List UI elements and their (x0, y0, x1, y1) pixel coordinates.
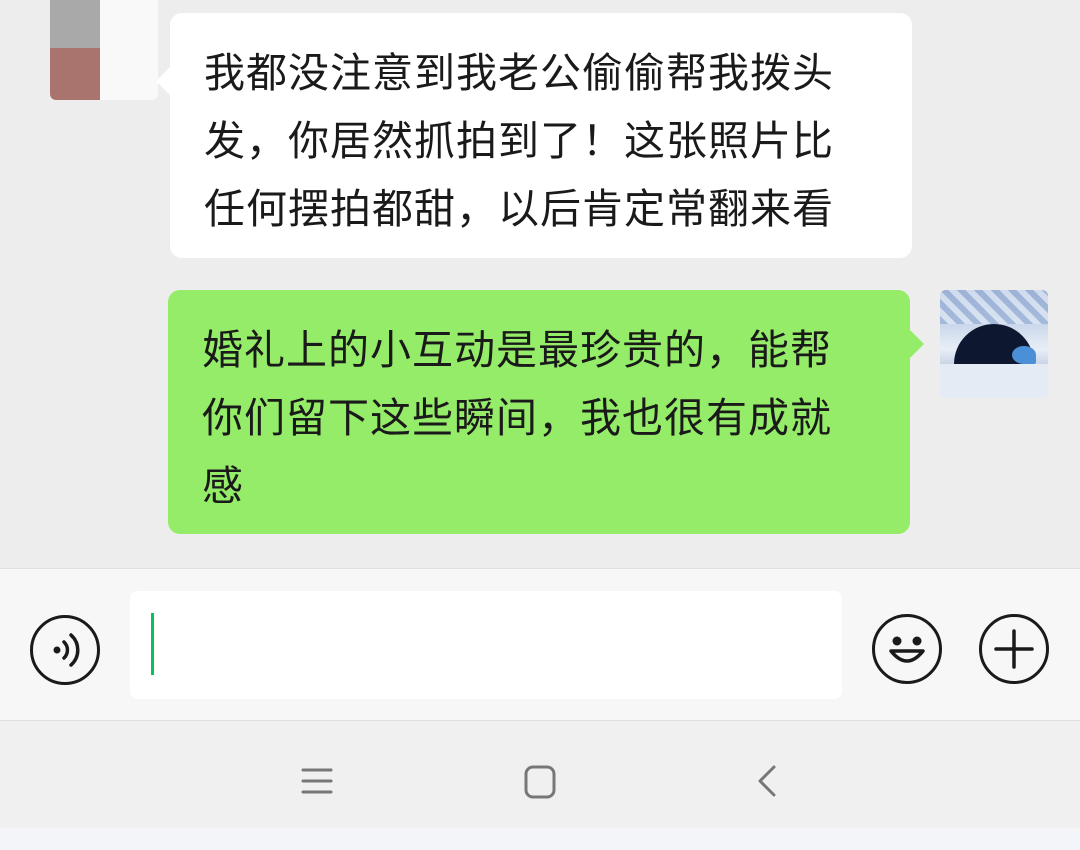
text-cursor (151, 613, 154, 675)
voice-input-icon (53, 633, 80, 667)
emoji-button[interactable] (872, 614, 942, 684)
message-text-line: 我都没注意到我老公偷偷帮我拨头 (204, 49, 834, 97)
back-button[interactable] (748, 761, 788, 801)
message-text-line: 你们留下这些瞬间，我也很有成就 (202, 394, 832, 442)
home-button[interactable] (520, 761, 560, 801)
avatar-segment (50, 48, 100, 100)
plus-icon (994, 629, 1034, 669)
message-text-line: 任何摆拍都甜，以后肯定常翻来看 (204, 185, 834, 233)
avatar-ornament (1012, 346, 1036, 364)
system-navigation-bar (0, 720, 1080, 828)
more-options-button[interactable] (979, 614, 1049, 684)
voice-input-button[interactable] (30, 615, 100, 685)
message-text-line: 婚礼上的小互动是最珍贵的，能帮 (202, 326, 832, 374)
home-icon (524, 765, 556, 799)
outgoing-message-bubble[interactable]: 婚礼上的小互动是最珍贵的，能帮 你们留下这些瞬间，我也很有成就 感 (168, 290, 924, 534)
message-text-line: 发，你居然抓拍到了！这张照片比 (204, 117, 834, 165)
recent-apps-button[interactable] (297, 761, 337, 801)
chat-area[interactable]: 我都没注意到我老公偷偷帮我拨头 发，你居然抓拍到了！这张照片比 任何摆拍都甜，以… (0, 0, 1080, 568)
back-icon (758, 765, 776, 797)
message-input-bar (0, 568, 1080, 720)
my-avatar[interactable] (940, 290, 1048, 398)
message-text-line: 感 (202, 462, 244, 510)
avatar-flowers (940, 290, 1048, 324)
avatar-floor (940, 364, 1048, 398)
message-text-input[interactable] (130, 591, 842, 699)
avatar-segment (50, 0, 100, 48)
menu-icon (301, 768, 333, 794)
incoming-message-bubble[interactable]: 我都没注意到我老公偷偷帮我拨头 发，你居然抓拍到了！这张照片比 任何摆拍都甜，以… (156, 13, 912, 258)
emoji-icon (889, 636, 925, 663)
avatar-segment (100, 0, 158, 100)
bottom-edge (0, 828, 1080, 850)
contact-avatar[interactable] (50, 0, 158, 100)
